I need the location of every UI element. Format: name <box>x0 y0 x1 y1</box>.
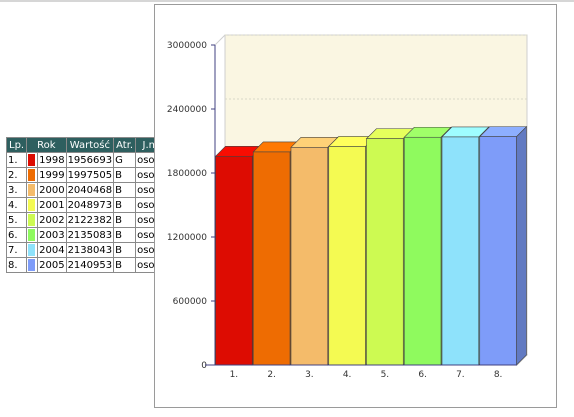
y-tick-label: 3000000 <box>167 41 207 51</box>
row-number: 3. <box>5 182 28 198</box>
row-year: 1998 <box>37 152 67 168</box>
row-number: 4. <box>5 197 28 213</box>
x-tick-label: 4. <box>343 370 352 380</box>
row-number: 8. <box>5 257 28 273</box>
row-attribute: B <box>113 197 137 213</box>
header-rok: Rok <box>26 137 67 153</box>
x-tick-label: 2. <box>267 370 276 380</box>
bar-chart: 0 600000 1200000 1800000 2400000 3000000 1. 2. 3… <box>167 34 529 380</box>
row-value: 1956693 <box>65 152 115 168</box>
row-value: 2140953 <box>65 257 115 273</box>
row-attribute: B <box>113 167 137 183</box>
row-number: 1. <box>5 152 28 168</box>
header-atr: Atr. <box>113 137 137 153</box>
swatch-cell <box>26 242 39 258</box>
swatch-cell <box>26 257 39 273</box>
bar <box>366 138 404 366</box>
x-tick-label: 3. <box>305 370 314 380</box>
color-swatch <box>28 259 36 271</box>
row-year: 2001 <box>37 197 67 213</box>
color-swatch <box>28 199 36 211</box>
bar <box>252 151 291 366</box>
row-value: 1997505 <box>65 167 115 183</box>
header-lp: Lp. <box>5 137 28 153</box>
swatch-cell <box>26 152 39 168</box>
header-wartosc: Wartość <box>65 137 115 153</box>
swatch-cell <box>26 182 39 198</box>
row-value: 2122382 <box>65 212 115 228</box>
row-number: 5. <box>5 212 28 228</box>
x-tick-label: 5. <box>381 370 390 380</box>
swatch-cell <box>26 197 39 213</box>
table-row: 2. 1999 1997505 Bosoba <box>5 167 169 183</box>
y-tick-label: 600000 <box>173 297 208 307</box>
row-value: 2040468 <box>65 182 115 198</box>
table-header-row: Lp. Rok Wartość Atr. J.m. <box>5 137 169 153</box>
color-swatch <box>28 154 36 166</box>
table-row: 6. 2003 2135083 Bosoba <box>5 227 169 243</box>
swatch-cell <box>26 167 39 183</box>
color-swatch <box>28 229 36 241</box>
row-year: 2005 <box>37 257 67 273</box>
table-row: 3. 2000 2040468 Bosoba <box>5 182 169 198</box>
table-row: 7. 2004 2138043 Bosoba <box>5 242 169 258</box>
x-tick-label: 8. <box>494 370 503 380</box>
color-swatch <box>28 184 36 196</box>
row-attribute: B <box>113 257 137 273</box>
y-tick-label: 2400000 <box>167 105 207 115</box>
row-value: 2048973 <box>65 197 115 213</box>
row-attribute: G <box>113 152 137 168</box>
depth-edge <box>214 34 226 46</box>
table-row: 8. 2005 2140953 Bosoba <box>5 257 169 273</box>
bar <box>290 147 329 366</box>
bar <box>479 136 517 366</box>
table-row: 5. 2002 2122382 Bosoba <box>5 212 169 228</box>
y-tick-label: 1800000 <box>167 169 207 179</box>
bar <box>403 136 442 366</box>
table-row: 1. 1998 1956693 Gosoba <box>5 152 169 168</box>
color-swatch <box>28 169 36 181</box>
row-attribute: B <box>113 242 137 258</box>
y-tick-label: 1200000 <box>167 233 207 243</box>
color-swatch <box>28 244 36 256</box>
row-year: 2000 <box>37 182 67 198</box>
table-row: 4. 2001 2048973 Bosoba <box>5 197 169 213</box>
bar-side <box>516 125 527 366</box>
row-attribute: B <box>113 227 137 243</box>
bar <box>215 155 253 366</box>
row-year: 1999 <box>37 167 67 183</box>
row-year: 2004 <box>37 242 67 258</box>
row-year: 2002 <box>37 212 67 228</box>
x-tick-label: 6. <box>418 370 427 380</box>
bar <box>441 136 480 366</box>
x-tick-label: 7. <box>456 370 465 380</box>
x-tick-label: 1. <box>230 370 239 380</box>
swatch-cell <box>26 227 39 243</box>
row-year: 2003 <box>37 227 67 243</box>
row-attribute: B <box>113 212 137 228</box>
swatch-cell <box>26 212 39 228</box>
data-table: Lp. Rok Wartość Atr. J.m. 1. 1998 1956693 G… <box>5 137 169 273</box>
y-tick-label: 0 <box>201 361 207 371</box>
row-value: 2135083 <box>65 227 115 243</box>
color-swatch <box>28 214 36 226</box>
row-attribute: B <box>113 182 137 198</box>
row-number: 6. <box>5 227 28 243</box>
row-number: 2. <box>5 167 28 183</box>
bar <box>328 146 366 366</box>
table-body: 1. 1998 1956693 Gosoba 2. 1999 1997505 Bosoba 3.… <box>5 152 169 273</box>
row-value: 2138043 <box>65 242 115 258</box>
top-divider <box>0 0 574 2</box>
chart-panel: 0 600000 1200000 1800000 2400000 3000000 1. 2. 3… <box>154 4 557 408</box>
row-number: 7. <box>5 242 28 258</box>
